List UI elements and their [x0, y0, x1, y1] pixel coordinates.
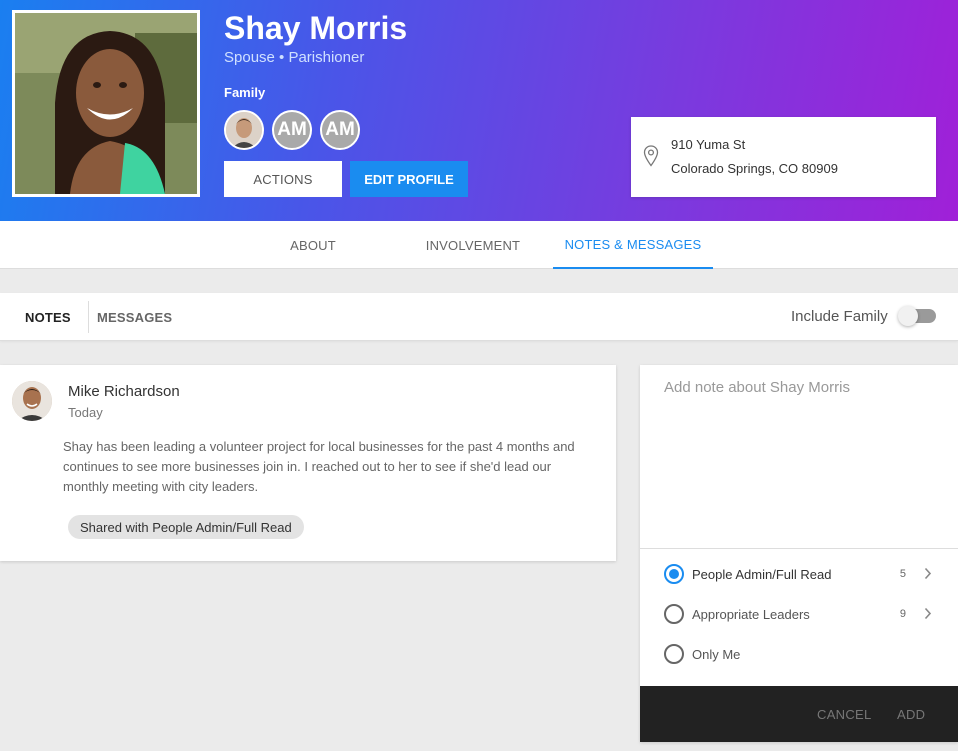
subtab-divider: [88, 301, 89, 333]
profile-header: Shay Morris Spouse • Parishioner Family …: [0, 0, 958, 221]
cancel-button[interactable]: CANCEL: [817, 707, 872, 722]
note-author: Mike Richardson: [68, 383, 180, 400]
address-card[interactable]: 910 Yuma St Colorado Springs, CO 80909: [631, 117, 936, 197]
add-note-panel: People Admin/Full Read 5 Appropriate Lea…: [640, 365, 958, 742]
family-label: Family: [224, 85, 266, 100]
main-tabs: ABOUT INVOLVEMENT NOTES & MESSAGES: [0, 221, 958, 269]
note-card: Mike Richardson Today Shay has been lead…: [0, 365, 616, 561]
radio-button[interactable]: [664, 604, 684, 624]
subtab-messages[interactable]: MESSAGES: [97, 293, 172, 341]
family-member-avatar[interactable]: AM: [272, 110, 312, 150]
tab-about[interactable]: ABOUT: [273, 221, 353, 269]
profile-name: Shay Morris: [224, 10, 408, 46]
address-line-1: 910 Yuma St: [671, 137, 746, 152]
visibility-option-people-admin[interactable]: People Admin/Full Read 5: [664, 562, 934, 586]
author-avatar[interactable]: [12, 381, 52, 421]
visibility-option-appropriate-leaders[interactable]: Appropriate Leaders 9: [664, 602, 934, 626]
include-family-label: Include Family: [791, 308, 888, 325]
note-date: Today: [68, 405, 103, 420]
visibility-option-only-me[interactable]: Only Me: [664, 642, 934, 666]
add-button[interactable]: ADD: [897, 707, 925, 722]
chevron-right-icon[interactable]: [924, 567, 932, 585]
shared-with-chip: Shared with People Admin/Full Read: [68, 515, 304, 539]
add-note-input[interactable]: [640, 365, 958, 549]
chevron-right-icon[interactable]: [924, 607, 932, 625]
visibility-option-count: 9: [899, 608, 906, 620]
notes-sub-bar: NOTES MESSAGES Include Family: [0, 293, 958, 341]
actions-button[interactable]: ACTIONS: [224, 161, 342, 197]
profile-photo: [12, 10, 200, 197]
family-avatars: AM AM: [224, 110, 360, 150]
subtab-notes[interactable]: NOTES: [25, 293, 71, 341]
note-body: Shay has been leading a volunteer projec…: [63, 439, 575, 494]
radio-button[interactable]: [664, 644, 684, 664]
tab-notes-messages[interactable]: NOTES & MESSAGES: [553, 221, 713, 269]
visibility-option-label: People Admin/Full Read: [692, 566, 832, 582]
add-note-footer: CANCEL ADD: [640, 686, 958, 742]
family-member-avatar[interactable]: AM: [320, 110, 360, 150]
family-member-avatar[interactable]: [224, 110, 264, 150]
address-line-2: Colorado Springs, CO 80909: [671, 161, 838, 176]
profile-roles: Spouse • Parishioner: [224, 49, 365, 66]
visibility-option-label: Only Me: [692, 646, 741, 662]
toggle-knob: [898, 306, 918, 326]
location-pin-icon: [643, 145, 659, 172]
visibility-option-count: 5: [899, 568, 906, 580]
radio-button[interactable]: [664, 564, 684, 584]
edit-profile-button[interactable]: EDIT PROFILE: [350, 161, 468, 197]
tab-involvement[interactable]: INVOLVEMENT: [413, 221, 533, 269]
include-family-toggle[interactable]: [898, 306, 936, 326]
visibility-option-label: Appropriate Leaders: [692, 606, 810, 622]
